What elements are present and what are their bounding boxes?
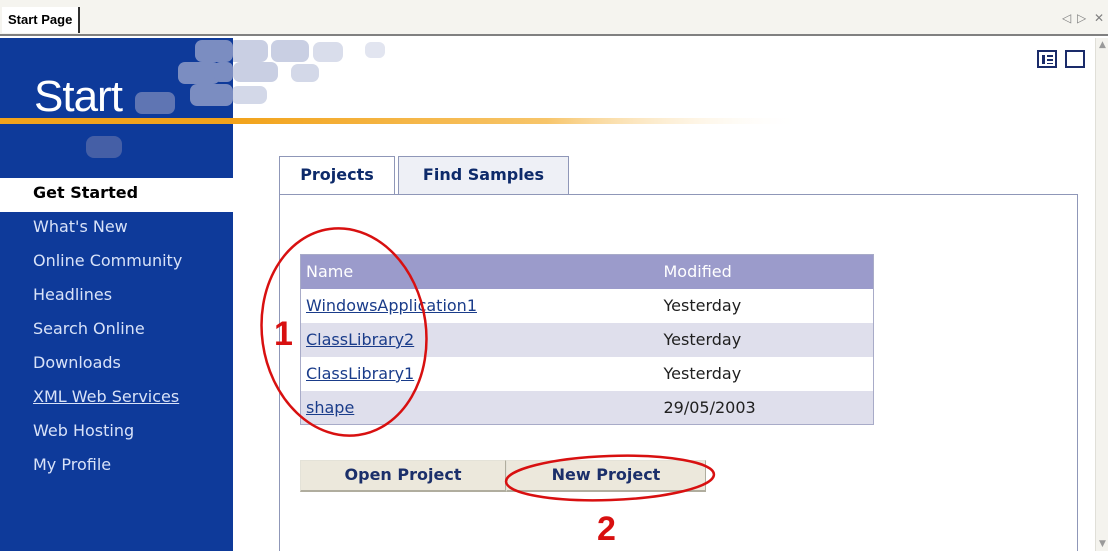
tab-projects[interactable]: Projects: [279, 156, 395, 196]
tab-find-samples[interactable]: Find Samples: [398, 156, 569, 194]
project-link[interactable]: ClassLibrary1: [306, 364, 414, 383]
table-row: WindowsApplication1 Yesterday: [301, 289, 874, 323]
table-row: ClassLibrary2 Yesterday: [300, 322, 874, 357]
start-banner-title: Start: [34, 72, 123, 121]
nav-item-get-started[interactable]: Get Started: [0, 178, 233, 212]
close-document-icon[interactable]: ✕: [1094, 10, 1104, 26]
nav-item-headlines[interactable]: Headlines: [0, 280, 233, 314]
column-header-modified: Modified: [663, 254, 874, 289]
nav-item-search-online[interactable]: Search Online: [0, 314, 233, 348]
scroll-tabs-right-icon[interactable]: ▷: [1077, 10, 1086, 26]
scroll-tabs-left-icon[interactable]: ◁: [1062, 10, 1071, 26]
recent-projects-table: Name Modified WindowsApplication1 Yester…: [300, 254, 874, 425]
nav-item-downloads[interactable]: Downloads: [0, 348, 233, 382]
open-project-button[interactable]: Open Project: [300, 460, 506, 492]
modified-cell: Yesterday: [663, 364, 742, 383]
table-row: shape 29/05/2003: [300, 390, 874, 425]
modified-cell: Yesterday: [663, 296, 742, 315]
document-tab-strip: Start Page ◁ ▷ ✕: [0, 0, 1108, 36]
project-link[interactable]: WindowsApplication1: [306, 296, 477, 315]
table-row: ClassLibrary1 Yesterday: [301, 357, 874, 391]
nav-item-my-profile[interactable]: My Profile: [0, 450, 233, 484]
new-project-button[interactable]: New Project: [506, 460, 706, 492]
project-link[interactable]: ClassLibrary2: [306, 330, 414, 349]
table-header-row: Name Modified: [300, 254, 874, 289]
nav-item-online-community[interactable]: Online Community: [0, 246, 233, 280]
modified-cell: 29/05/2003: [663, 390, 874, 425]
column-header-name: Name: [300, 254, 664, 289]
full-view-icon[interactable]: [1065, 50, 1085, 68]
start-nav-pane: Start Get Started What's New Online Comm…: [0, 38, 233, 551]
content-banner-graphic: [233, 40, 803, 124]
nav-item-whats-new[interactable]: What's New: [0, 212, 233, 246]
nav-list: Get Started What's New Online Community …: [0, 178, 233, 484]
view-toggle-group: [1037, 50, 1085, 68]
scroll-down-icon[interactable]: ▼: [1096, 537, 1108, 551]
modified-cell: Yesterday: [663, 322, 874, 357]
project-link[interactable]: shape: [306, 398, 354, 417]
list-view-icon[interactable]: [1037, 50, 1057, 68]
nav-item-web-hosting[interactable]: Web Hosting: [0, 416, 233, 450]
nav-item-xml-web-services[interactable]: XML Web Services: [0, 382, 233, 416]
start-page-tab[interactable]: Start Page: [2, 7, 81, 33]
scroll-up-icon[interactable]: ▲: [1096, 38, 1108, 52]
vertical-scrollbar[interactable]: ▲ ▼: [1095, 38, 1108, 551]
